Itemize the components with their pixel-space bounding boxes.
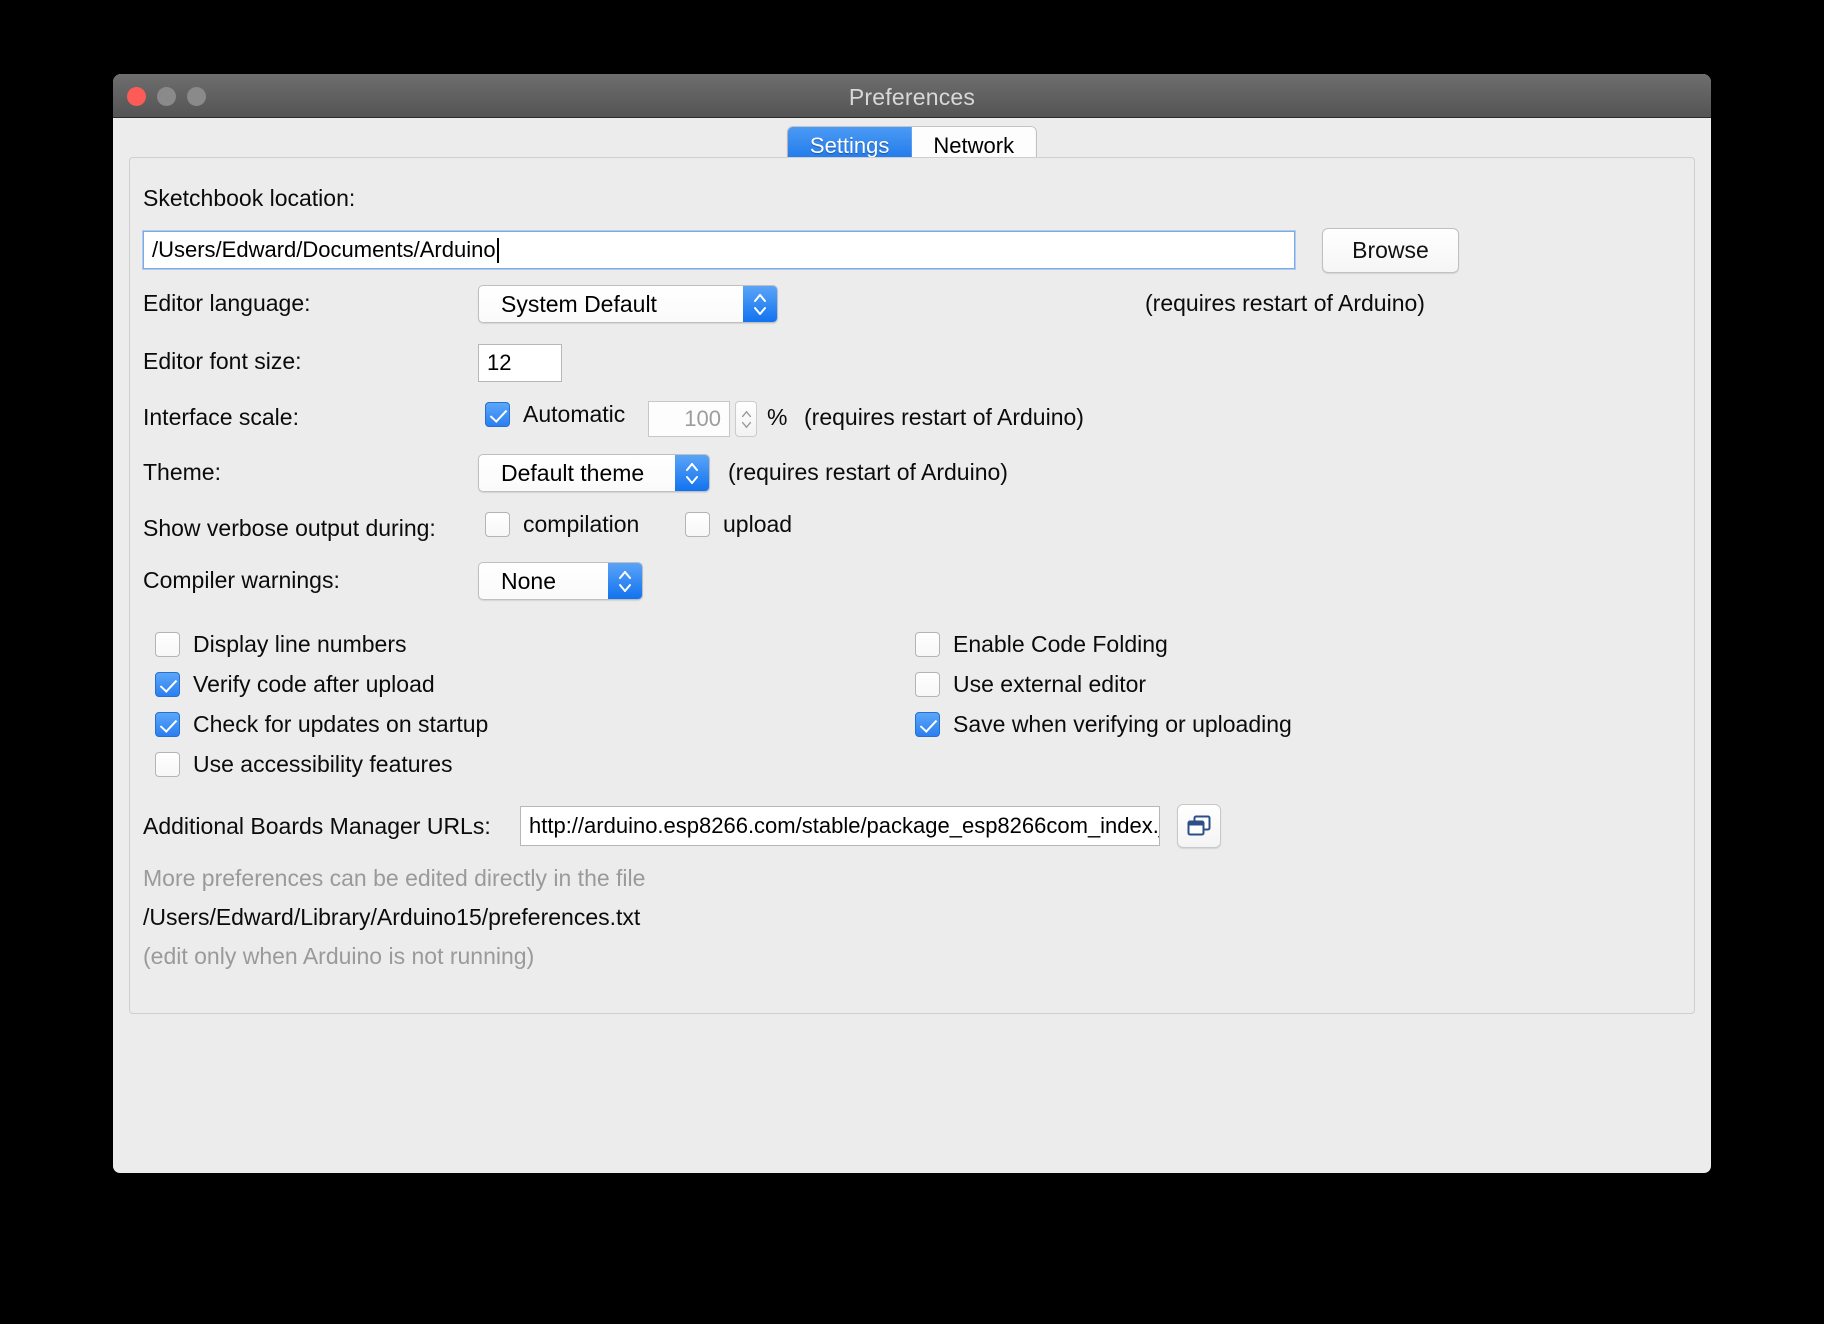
- checkbox-box-icon: [485, 402, 510, 427]
- checkbox-label: Check for updates on startup: [193, 711, 489, 737]
- interface-scale-automatic-checkbox[interactable]: Automatic: [485, 401, 625, 428]
- theme-select[interactable]: Default theme: [478, 454, 710, 492]
- editor-language-label: Editor language:: [143, 290, 311, 316]
- checkbox-enable-code-folding[interactable]: Enable Code Folding: [915, 631, 1168, 658]
- interface-scale-value-input[interactable]: 100: [648, 401, 730, 437]
- theme-value: Default theme: [501, 459, 645, 486]
- checkbox-label: Verify code after upload: [193, 671, 435, 697]
- checkbox-box-icon: [915, 672, 940, 697]
- interface-scale-automatic-label: Automatic: [523, 401, 626, 427]
- preferences-window: Preferences Settings Network Sketchbook …: [113, 74, 1711, 1173]
- interface-scale-restart-note: (requires restart of Arduino): [804, 404, 1084, 430]
- chevron-updown-icon: [743, 286, 777, 322]
- interface-scale-value: 100: [684, 406, 721, 431]
- theme-restart-note: (requires restart of Arduino): [728, 459, 1008, 485]
- more-preferences-line3: (edit only when Arduino is not running): [143, 943, 535, 969]
- sketchbook-location-input[interactable]: /Users/Edward/Documents/Arduino: [143, 231, 1295, 269]
- boards-manager-urls-input[interactable]: http://arduino.esp8266.com/stable/packag…: [520, 806, 1160, 846]
- window-title: Preferences: [848, 84, 976, 110]
- more-preferences-file-path: /Users/Edward/Library/Arduino15/preferen…: [143, 904, 641, 930]
- chevron-updown-icon: [675, 455, 709, 491]
- checkbox-label: Use accessibility features: [193, 751, 453, 777]
- window-titlebar: Preferences: [113, 74, 1711, 118]
- theme-label: Theme:: [143, 459, 221, 485]
- window-list-icon: [1187, 815, 1211, 836]
- checkbox-label: Save when verifying or uploading: [953, 711, 1292, 737]
- more-preferences-line1: More preferences can be edited directly …: [143, 865, 646, 891]
- tab-strip: Settings Network: [113, 118, 1711, 167]
- checkbox-box-icon: [915, 632, 940, 657]
- checkbox-box-icon: [915, 712, 940, 737]
- editor-font-size-label: Editor font size:: [143, 348, 302, 374]
- chevron-updown-icon: [608, 563, 642, 599]
- interface-scale-label: Interface scale:: [143, 404, 299, 430]
- verbose-upload-label: upload: [723, 511, 793, 537]
- compiler-warnings-value: None: [501, 567, 556, 594]
- dialog-footer: OK Cancel: [113, 1073, 1711, 1173]
- checkbox-check-for-updates-on-startup[interactable]: Check for updates on startup: [155, 711, 488, 738]
- verbose-compilation-checkbox[interactable]: compilation: [485, 511, 639, 538]
- editor-font-size-input[interactable]: 12: [478, 344, 562, 382]
- checkbox-verify-code-after-upload[interactable]: Verify code after upload: [155, 671, 435, 698]
- compiler-warnings-label: Compiler warnings:: [143, 567, 340, 593]
- checkbox-box-icon: [685, 512, 710, 537]
- browse-button[interactable]: Browse: [1322, 228, 1459, 273]
- editor-language-restart-note: (requires restart of Arduino): [1145, 290, 1425, 316]
- checkbox-box-icon: [155, 752, 180, 777]
- checkbox-box-icon: [155, 712, 180, 737]
- settings-panel: Sketchbook location: /Users/Edward/Docum…: [129, 157, 1695, 1014]
- checkbox-use-accessibility-features[interactable]: Use accessibility features: [155, 751, 453, 778]
- editor-language-value: System Default: [501, 290, 657, 317]
- boards-manager-urls-value: http://arduino.esp8266.com/stable/packag…: [529, 813, 1160, 838]
- checkbox-label: Enable Code Folding: [953, 631, 1168, 657]
- sketchbook-location-value: /Users/Edward/Documents/Arduino: [152, 237, 496, 262]
- checkbox-display-line-numbers[interactable]: Display line numbers: [155, 631, 406, 658]
- checkbox-use-external-editor[interactable]: Use external editor: [915, 671, 1146, 698]
- interface-scale-unit: %: [767, 404, 788, 430]
- sketchbook-location-label: Sketchbook location:: [143, 185, 356, 211]
- stepper-down-icon: [741, 421, 751, 428]
- checkbox-box-icon: [155, 672, 180, 697]
- open-urls-editor-button[interactable]: [1177, 804, 1221, 848]
- stepper-up-icon: [741, 410, 751, 417]
- editor-language-select[interactable]: System Default: [478, 285, 778, 323]
- compiler-warnings-select[interactable]: None: [478, 562, 643, 600]
- editor-font-size-value: 12: [487, 350, 512, 375]
- checkbox-label: Use external editor: [953, 671, 1147, 697]
- checkbox-box-icon: [485, 512, 510, 537]
- boards-manager-urls-label: Additional Boards Manager URLs:: [143, 813, 491, 839]
- verbose-upload-checkbox[interactable]: upload: [685, 511, 792, 538]
- verbose-output-label: Show verbose output during:: [143, 515, 436, 541]
- text-caret: [496, 237, 499, 263]
- checkbox-save-when-verifying-or-uploading[interactable]: Save when verifying or uploading: [915, 711, 1292, 738]
- checkbox-label: Display line numbers: [193, 631, 407, 657]
- verbose-compilation-label: compilation: [523, 511, 640, 537]
- checkbox-box-icon: [155, 632, 180, 657]
- interface-scale-stepper[interactable]: [735, 401, 757, 437]
